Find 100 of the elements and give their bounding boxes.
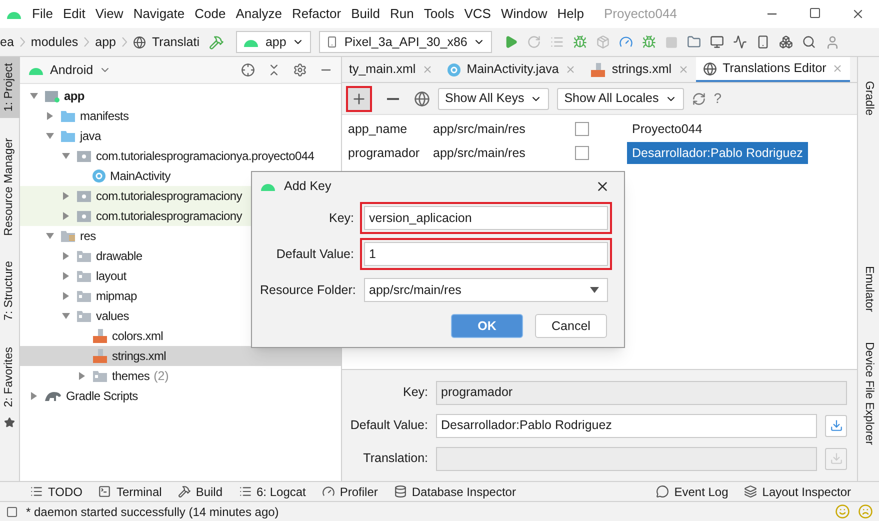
menu-item[interactable]: Refactor	[292, 4, 342, 24]
debug-icon[interactable]	[573, 35, 588, 49]
side-tab[interactable]: Emulator	[860, 266, 878, 312]
run-icon[interactable]	[504, 35, 518, 49]
menu-item[interactable]: Build	[351, 4, 380, 24]
menu-item[interactable]: Navigate	[133, 4, 185, 24]
input-field[interactable]: version_aplicacion	[364, 206, 608, 230]
tree-item[interactable]: com.tutorialesprogramacionya.proyecto044	[20, 146, 341, 166]
side-tab[interactable]: 2: Favorites	[0, 340, 20, 413]
table-cell[interactable]: Proyecto044	[627, 118, 708, 140]
maximize-icon[interactable]	[809, 7, 821, 19]
folder-dropdown[interactable]: app/src/main/res	[364, 278, 608, 302]
hammer-icon[interactable]	[209, 34, 224, 50]
close-tab-icon[interactable]	[678, 64, 689, 75]
menu-item[interactable]: Edit	[62, 4, 86, 24]
menu-item[interactable]: VCS	[464, 4, 491, 24]
refresh-icon[interactable]	[692, 92, 706, 106]
editor-tab[interactable]: ty_main.xml	[342, 57, 440, 82]
side-tab[interactable]: Gradle	[860, 81, 878, 116]
tree-item[interactable]: colors.xml	[20, 326, 341, 346]
menu-item[interactable]: Window	[500, 4, 548, 24]
editor-tab[interactable]: strings.xml	[582, 57, 696, 82]
crosshair-icon[interactable]	[241, 63, 255, 77]
editor-tab[interactable]: Translations Editor	[696, 57, 850, 82]
expand-arrow-icon[interactable]	[78, 372, 86, 380]
profiler-icon[interactable]	[619, 35, 634, 49]
collapse-arrow-icon[interactable]	[62, 312, 70, 320]
tree-item[interactable]: res	[20, 226, 341, 246]
toolbar-button[interactable]	[346, 86, 372, 112]
help-button[interactable]: ?	[714, 88, 722, 109]
rerun-icon[interactable]	[527, 35, 542, 49]
cancel-button[interactable]: Cancel	[535, 314, 607, 338]
editor-tab[interactable]: MainActivity.java	[440, 57, 583, 82]
menu-item[interactable]: File	[32, 4, 53, 24]
collapse-arrow-icon[interactable]	[46, 132, 54, 140]
monitor-icon[interactable]	[710, 35, 724, 49]
panel-toggle-icon[interactable]	[6, 506, 18, 518]
tool-window-button[interactable]: Terminal	[98, 482, 162, 500]
filter-dropdown[interactable]: Show All Keys	[438, 88, 550, 110]
bug-icon[interactable]	[642, 35, 656, 49]
tool-window-button[interactable]: Profiler	[322, 482, 378, 500]
run-config-dropdown[interactable]: app	[236, 31, 312, 53]
tool-window-button[interactable]: 6: Logcat	[238, 482, 306, 500]
side-tab[interactable]: Device File Explorer	[860, 342, 878, 444]
checkbox[interactable]	[575, 146, 589, 160]
menu-item[interactable]: Analyze	[236, 4, 282, 24]
menu-item[interactable]: View	[95, 4, 124, 24]
tree-item[interactable]: values	[20, 306, 341, 326]
search-icon[interactable]	[802, 35, 816, 49]
collapse-arrow-icon[interactable]	[46, 232, 54, 240]
breadcrumb[interactable]: app	[95, 32, 116, 52]
close-tab-icon[interactable]	[832, 63, 844, 74]
tool-window-button[interactable]: Build	[178, 482, 222, 500]
sad-face-icon[interactable]	[858, 504, 873, 519]
side-tab[interactable]: Resource Manager	[0, 132, 20, 242]
add-locale-icon[interactable]	[414, 90, 430, 106]
tool-window-button[interactable]: Database Inspector	[394, 482, 516, 500]
menu-item[interactable]: Tools	[424, 4, 454, 24]
tree-item[interactable]: strings.xml	[20, 346, 341, 366]
expand-arrow-icon[interactable]	[62, 192, 70, 200]
folder-icon[interactable]	[687, 35, 702, 49]
tree-item[interactable]: java	[20, 126, 341, 146]
import-button[interactable]	[825, 414, 847, 436]
device-dropdown[interactable]: Pixel_3a_API_30_x86	[319, 31, 492, 53]
filter-dropdown[interactable]: Show All Locales	[557, 88, 684, 110]
list-icon[interactable]	[550, 35, 564, 49]
close-tab-icon[interactable]	[422, 64, 433, 75]
project-view-dropdown[interactable]: Android	[50, 60, 94, 80]
expand-arrow-icon[interactable]	[46, 112, 54, 120]
tree-item[interactable]: app	[20, 86, 341, 106]
close-tab-icon[interactable]	[564, 64, 576, 75]
tree-item[interactable]: manifests	[20, 106, 341, 126]
tool-window-button[interactable]: TODO	[30, 482, 82, 500]
tool-window-button[interactable]: Layout Inspector	[744, 482, 851, 500]
smiley-icon[interactable]	[835, 504, 850, 519]
table-cell[interactable]: Desarrollador:Pablo Rodriguez	[627, 142, 808, 164]
tool-window-button[interactable]: Event Log	[656, 482, 728, 500]
input-field[interactable]: Desarrollador:Pablo Rodriguez	[436, 414, 817, 438]
menu-item[interactable]: Run	[390, 4, 414, 24]
expand-arrow-icon[interactable]	[62, 272, 70, 280]
breadcrumb[interactable]: modules	[30, 32, 78, 52]
breadcrumb[interactable]: Translati	[152, 32, 200, 52]
expand-arrow-icon[interactable]	[30, 392, 38, 400]
breadcrumb[interactable]: ea	[0, 32, 14, 52]
collapse-arrow-icon[interactable]	[62, 152, 70, 160]
input-field[interactable]: 1	[364, 242, 608, 266]
tree-item[interactable]: Gradle Scripts	[20, 386, 341, 406]
expand-arrow-icon[interactable]	[62, 212, 70, 220]
expand-arrow-icon[interactable]	[62, 252, 70, 260]
checkbox[interactable]	[575, 122, 589, 136]
menu-item[interactable]: Help	[557, 4, 584, 24]
side-tab[interactable]: 1: Project	[0, 57, 20, 118]
expand-arrow-icon[interactable]	[62, 292, 70, 300]
menu-item[interactable]: Code	[194, 4, 226, 24]
collapse-arrow-icon[interactable]	[30, 92, 38, 100]
user-icon[interactable]	[825, 34, 840, 50]
tree-item[interactable]: themes (2)	[20, 366, 341, 386]
side-tab[interactable]: 7: Structure	[0, 255, 20, 327]
settings-icon[interactable]	[293, 63, 307, 77]
close-icon[interactable]	[851, 7, 865, 21]
